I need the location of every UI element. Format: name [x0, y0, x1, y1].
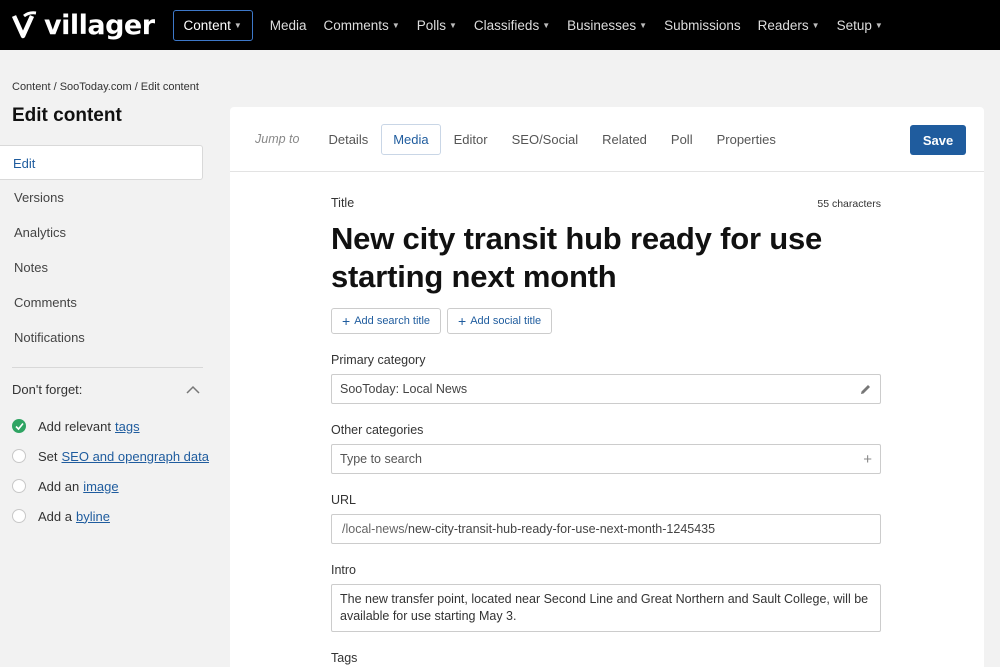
- main-nav: Content ▼ Media Comments ▼ Polls ▼ Classifieds ▼…: [172, 9, 892, 41]
- checklist-text: Add a: [38, 508, 72, 524]
- sidebar-item-notes[interactable]: Notes: [0, 250, 203, 285]
- checklist-item: Add relevant tags: [12, 411, 209, 441]
- checklist-item: Add an image: [12, 471, 209, 501]
- checklist-link[interactable]: tags: [115, 419, 140, 434]
- tab-media[interactable]: Media: [381, 123, 441, 155]
- top-nav: villager Content ▼ Media Comments ▼ Polls ▼ Cla…: [0, 0, 1000, 50]
- empty-circle-icon: [12, 449, 26, 463]
- nav-item-classifieds[interactable]: Classifieds ▼: [466, 11, 558, 40]
- content-form: Title 55 characters New city transit hub…: [331, 196, 881, 665]
- empty-circle-icon: [12, 509, 26, 523]
- tab-related[interactable]: Related: [591, 125, 658, 154]
- caret-down-icon: ▼: [639, 20, 648, 30]
- pencil-icon[interactable]: [859, 383, 872, 396]
- tab-poll[interactable]: Poll: [660, 125, 704, 154]
- nav-item-label: Media: [269, 17, 307, 33]
- checklist-link[interactable]: byline: [76, 509, 110, 524]
- nav-item-label: Submissions: [664, 17, 741, 33]
- check-circle-icon: [12, 419, 26, 433]
- caret-down-icon: ▼: [391, 20, 400, 30]
- add-search-title-label: Add search title: [354, 315, 431, 327]
- checklist-text: Set: [38, 448, 58, 464]
- add-search-title-button[interactable]: + Add search title: [331, 308, 442, 334]
- nav-item-businesses[interactable]: Businesses ▼: [559, 11, 655, 40]
- chevron-up-icon[interactable]: [186, 385, 200, 395]
- title-char-count: 55 characters: [817, 198, 881, 210]
- caret-down-icon: ▼: [811, 20, 820, 30]
- tags-label: Tags: [331, 651, 358, 665]
- checklist-item: Set SEO and opengraph data: [12, 441, 209, 471]
- page-title: Edit content: [12, 105, 122, 126]
- title-label: Title: [331, 196, 355, 210]
- empty-circle-icon: [12, 479, 26, 493]
- sidebar-item-analytics[interactable]: Analytics: [0, 215, 203, 250]
- brand-name: villager: [44, 9, 155, 41]
- caret-down-icon: ▼: [449, 20, 457, 30]
- url-prefix: /local-news/: [342, 522, 408, 536]
- checklist-text: Add relevant: [38, 418, 111, 434]
- intro-label: Intro: [331, 563, 357, 577]
- breadcrumb: Content / SooToday.com / Edit content: [12, 81, 199, 93]
- dont-forget-heading: Don't forget:: [12, 382, 83, 397]
- checklist-link[interactable]: image: [83, 479, 118, 494]
- nav-item-label: Comments: [323, 17, 389, 33]
- nav-item-label: Content: [183, 17, 231, 33]
- sidebar-item-edit[interactable]: Edit: [0, 145, 203, 180]
- sidebar-divider: [12, 367, 203, 368]
- tab-editor[interactable]: Editor: [443, 125, 499, 154]
- plus-icon: +: [458, 313, 467, 329]
- edit-card: Jump to Details Media Editor SEO/Social Rela…: [230, 107, 984, 667]
- nav-item-polls[interactable]: Polls ▼: [409, 11, 465, 40]
- sidebar-item-versions[interactable]: Versions: [0, 180, 203, 215]
- nav-item-label: Readers: [757, 17, 809, 33]
- other-categories-placeholder: Type to search: [340, 452, 422, 466]
- sidebar-item-comments[interactable]: Comments: [0, 285, 203, 320]
- caret-down-icon: ▼: [874, 20, 883, 30]
- brand-logo[interactable]: villager: [10, 0, 155, 50]
- add-social-title-button[interactable]: + Add social title: [447, 308, 553, 334]
- nav-item-label: Setup: [836, 17, 872, 33]
- tab-properties[interactable]: Properties: [706, 125, 787, 154]
- url-label: URL: [331, 493, 357, 507]
- add-social-title-label: Add social title: [470, 315, 542, 327]
- sidebar-nav: Edit Versions Analytics Notes Comments Notifi…: [0, 145, 203, 355]
- caret-down-icon: ▼: [542, 20, 551, 30]
- nav-item-label: Businesses: [567, 17, 637, 33]
- checklist-text: Add an: [38, 478, 80, 494]
- nav-item-setup[interactable]: Setup ▼: [829, 11, 891, 40]
- sidebar-item-notifications[interactable]: Notifications: [0, 320, 203, 355]
- nav-item-media[interactable]: Media: [262, 11, 315, 40]
- other-categories-input[interactable]: Type to search +: [331, 444, 881, 474]
- primary-category-value: SooToday: Local News: [340, 382, 468, 396]
- checklist-link[interactable]: SEO and opengraph data: [62, 449, 209, 464]
- dont-forget-header[interactable]: Don't forget:: [12, 382, 200, 397]
- tab-details[interactable]: Details: [317, 125, 379, 154]
- plus-icon: +: [342, 313, 351, 329]
- save-button[interactable]: Save: [910, 125, 966, 155]
- nav-item-label: Classifieds: [473, 17, 540, 33]
- villager-logo-icon: [11, 11, 37, 39]
- section-tabs: Jump to Details Media Editor SEO/Social Rela…: [230, 107, 984, 172]
- url-slug: new-city-transit-hub-ready-for-use-next-…: [408, 522, 716, 536]
- intro-textarea[interactable]: The new transfer point, located near Sec…: [331, 584, 881, 632]
- caret-down-icon: ▼: [233, 20, 242, 30]
- other-categories-label: Other categories: [331, 423, 424, 437]
- nav-item-submissions[interactable]: Submissions: [656, 11, 749, 40]
- url-input[interactable]: /local-news/ new-city-transit-hub-ready-…: [331, 514, 881, 544]
- jump-to-label: Jump to: [255, 132, 300, 146]
- title-input[interactable]: New city transit hub ready for use start…: [331, 220, 881, 296]
- primary-category-label: Primary category: [331, 353, 426, 367]
- primary-category-field[interactable]: SooToday: Local News: [331, 374, 881, 404]
- plus-icon[interactable]: +: [863, 451, 872, 468]
- dont-forget-checklist: Add relevant tags Set SEO and opengraph dat…: [12, 411, 209, 531]
- nav-item-label: Polls: [416, 17, 446, 33]
- nav-item-content[interactable]: Content ▼: [172, 9, 253, 41]
- tab-seo-social[interactable]: SEO/Social: [501, 125, 589, 154]
- title-label-row: Title 55 characters: [331, 196, 881, 210]
- nav-item-readers[interactable]: Readers ▼: [750, 11, 828, 40]
- checklist-item: Add a byline: [12, 501, 209, 531]
- nav-item-comments[interactable]: Comments ▼: [316, 11, 408, 40]
